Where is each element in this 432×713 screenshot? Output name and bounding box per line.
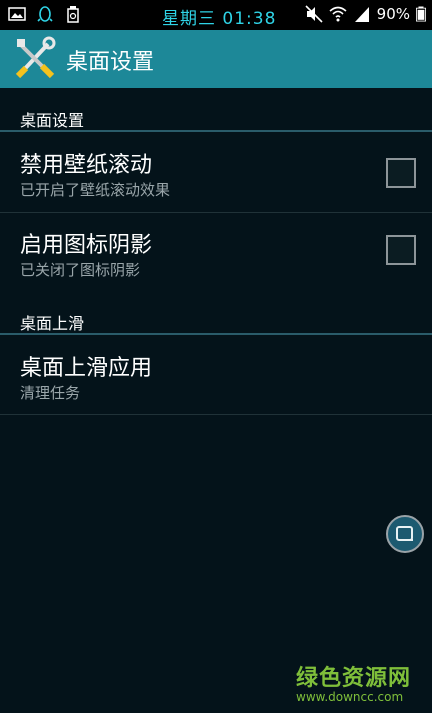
setting-title: 禁用壁纸滚动 xyxy=(20,153,153,178)
floating-window-button[interactable] xyxy=(386,515,424,553)
app-bar xyxy=(0,30,432,88)
setting-title: 桌面上滑应用 xyxy=(20,356,153,381)
status-time: 星期三 01:38 xyxy=(162,9,277,29)
watermark-url: www.downcc.com xyxy=(296,690,404,704)
list-divider xyxy=(0,414,432,415)
setting-swipe-up-app[interactable]: 桌面上滑应用 清理任务 xyxy=(0,336,432,414)
page-title: 桌面设置 xyxy=(66,50,155,75)
wifi-icon xyxy=(329,6,347,22)
status-system-icons: 90% xyxy=(305,5,426,23)
setting-subtitle: 清理任务 xyxy=(20,384,81,402)
section-header-desktop-settings: 桌面设置 xyxy=(20,111,85,130)
setting-subtitle: 已关闭了图标阴影 xyxy=(20,261,141,279)
status-bar: 星期三 01:38 90% xyxy=(0,0,432,30)
watermark-name: 绿色资源网 xyxy=(296,666,412,691)
section-header-swipe-up: 桌面上滑 xyxy=(20,314,85,333)
section-divider xyxy=(0,333,432,335)
watermark: 绿色资源网 www.downcc.com xyxy=(296,660,416,704)
cleaner-icon xyxy=(67,6,79,23)
window-icon xyxy=(396,526,413,541)
setting-subtitle: 已开启了壁纸滚动效果 xyxy=(20,181,171,199)
setting-enable-icon-shadow[interactable]: 启用图标阴影 已关闭了图标阴影 xyxy=(0,213,432,293)
image-icon xyxy=(8,7,26,21)
wallpaper-scroll-checkbox[interactable] xyxy=(386,158,416,188)
qq-penguin-icon xyxy=(37,6,53,22)
battery-icon xyxy=(416,6,426,22)
tools-icon[interactable] xyxy=(14,36,56,80)
setting-title: 启用图标阴影 xyxy=(20,233,153,258)
section-divider xyxy=(0,130,432,132)
icon-shadow-checkbox[interactable] xyxy=(386,235,416,265)
signal-icon xyxy=(354,7,369,22)
battery-percent: 90% xyxy=(376,5,410,23)
status-notification-icons xyxy=(8,5,82,23)
setting-disable-wallpaper-scroll[interactable]: 禁用壁纸滚动 已开启了壁纸滚动效果 xyxy=(0,133,432,213)
mute-icon xyxy=(305,5,323,23)
